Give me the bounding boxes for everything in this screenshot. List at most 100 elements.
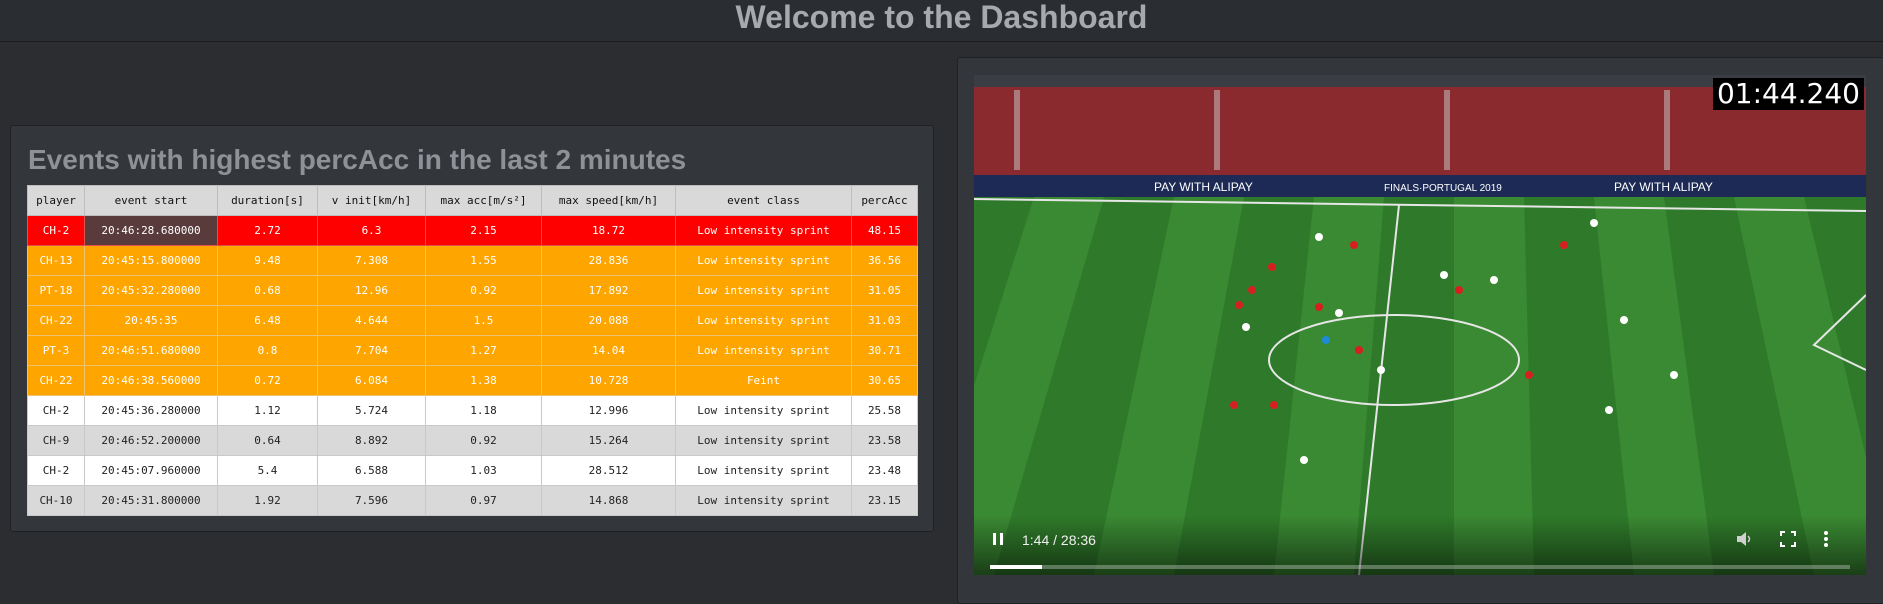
cell-event-class: Low intensity sprint <box>675 275 852 306</box>
cell-max-speed: 14.868 <box>541 485 676 516</box>
cell-max-acc: 0.92 <box>425 275 542 306</box>
cell-event-class: Feint <box>675 365 852 396</box>
cell-event-class: Low intensity sprint <box>675 485 852 516</box>
cell-max-acc: 1.55 <box>425 245 542 276</box>
table-row[interactable]: CH-22 20:46:38.560000 0.72 6.084 1.38 10.728 F… <box>27 365 918 396</box>
cell-duration: 9.48 <box>217 245 318 276</box>
cell-percacc: 23.15 <box>851 485 918 516</box>
cell-max-acc: 1.38 <box>425 365 542 396</box>
cell-event-class: Low intensity sprint <box>675 215 852 246</box>
cell-duration: 0.8 <box>217 335 318 366</box>
video-timestamp-overlay: 01:44.240 <box>1712 78 1864 110</box>
cell-player: CH-2 <box>27 215 85 246</box>
cell-event-start: 20:46:51.680000 <box>84 335 218 366</box>
cell-event-start: 20:45:35 <box>84 305 218 336</box>
table-row[interactable]: CH-2 20:46:28.680000 2.72 6.3 2.15 18.72 Low i… <box>27 215 918 246</box>
cell-player: CH-10 <box>27 485 85 516</box>
cell-percacc: 30.65 <box>851 365 918 396</box>
fullscreen-icon[interactable] <box>1779 530 1797 548</box>
banner-text-1: PAY WITH ALIPAY <box>1154 180 1253 194</box>
video-progress-bar[interactable] <box>990 565 1850 569</box>
table-row[interactable]: CH-2 20:45:36.280000 1.12 5.724 1.18 12.996 Lo… <box>27 395 918 426</box>
table-row[interactable]: PT-3 20:46:51.680000 0.8 7.704 1.27 14.04 Low … <box>27 335 918 366</box>
cell-duration: 1.12 <box>217 395 318 426</box>
cell-duration: 1.92 <box>217 485 318 516</box>
cell-max-speed: 20.088 <box>541 305 676 336</box>
cell-player: CH-2 <box>27 455 85 486</box>
cell-max-speed: 10.728 <box>541 365 676 396</box>
table-row[interactable]: CH-10 20:45:31.800000 1.92 7.596 0.97 14.868 L… <box>27 485 918 516</box>
table-row[interactable]: CH-22 20:45:35 6.48 4.644 1.5 20.088 Low inten… <box>27 305 918 336</box>
column-header-duration[interactable]: duration[s] <box>217 185 318 216</box>
table-row[interactable]: PT-18 20:45:32.280000 0.68 12.96 0.92 17.892 L… <box>27 275 918 306</box>
cell-player: CH-2 <box>27 395 85 426</box>
cell-max-acc: 0.97 <box>425 485 542 516</box>
cell-v-init: 12.96 <box>317 275 426 306</box>
cell-player: CH-22 <box>27 305 85 336</box>
video-progress-fill <box>990 565 1043 569</box>
cell-v-init: 6.3 <box>317 215 426 246</box>
cell-percacc: 30.71 <box>851 335 918 366</box>
events-panel: Events with highest percAcc in the last … <box>10 125 934 532</box>
column-header-percacc[interactable]: percAcc <box>851 185 918 216</box>
cell-max-speed: 15.264 <box>541 425 676 456</box>
cell-max-speed: 12.996 <box>541 395 676 426</box>
page-title: Welcome to the Dashboard <box>735 0 1148 35</box>
column-header-player[interactable]: player <box>27 185 85 216</box>
cell-percacc: 23.58 <box>851 425 918 456</box>
column-header-max-acc[interactable]: max acc[m/s²] <box>425 185 542 216</box>
cell-v-init: 8.892 <box>317 425 426 456</box>
cell-percacc: 23.48 <box>851 455 918 486</box>
table-row[interactable]: CH-13 20:45:15.800000 9.48 7.308 1.55 28.836 L… <box>27 245 918 276</box>
cell-duration: 6.48 <box>217 305 318 336</box>
events-table: player event start duration[s] v init[km… <box>27 185 918 516</box>
cell-v-init: 6.084 <box>317 365 426 396</box>
cell-event-class: Low intensity sprint <box>675 395 852 426</box>
volume-icon[interactable] <box>1735 530 1753 548</box>
cell-max-acc: 1.03 <box>425 455 542 486</box>
cell-event-class: Low intensity sprint <box>675 425 852 456</box>
video-player[interactable]: PAY WITH ALIPAY FINALS·PORTUGAL 2019 PAY… <box>974 75 1866 575</box>
cell-max-speed: 18.72 <box>541 215 676 246</box>
video-controls: 1:44 / 28:36 <box>974 515 1866 575</box>
cell-duration: 0.68 <box>217 275 318 306</box>
cell-event-start: 20:46:38.560000 <box>84 365 218 396</box>
more-vert-icon[interactable] <box>1822 529 1830 549</box>
cell-player: CH-9 <box>27 425 85 456</box>
pause-icon[interactable] <box>990 531 1006 547</box>
events-table-title: Events with highest percAcc in the last … <box>28 144 687 175</box>
video-time-display: 1:44 / 28:36 <box>1022 532 1096 548</box>
cell-duration: 0.72 <box>217 365 318 396</box>
cell-v-init: 5.724 <box>317 395 426 426</box>
cell-event-start: 20:45:31.800000 <box>84 485 218 516</box>
cell-duration: 2.72 <box>217 215 318 246</box>
cell-percacc: 48.15 <box>851 215 918 246</box>
cell-event-start: 20:45:32.280000 <box>84 275 218 306</box>
cell-max-acc: 2.15 <box>425 215 542 246</box>
cell-player: PT-3 <box>27 335 85 366</box>
cell-event-class: Low intensity sprint <box>675 245 852 276</box>
cell-event-start: 20:45:15.800000 <box>84 245 218 276</box>
cell-max-speed: 14.04 <box>541 335 676 366</box>
banner-text-2: FINALS·PORTUGAL 2019 <box>1384 183 1502 194</box>
cell-player: CH-13 <box>27 245 85 276</box>
cell-v-init: 7.704 <box>317 335 426 366</box>
cell-v-init: 7.308 <box>317 245 426 276</box>
cell-max-acc: 0.92 <box>425 425 542 456</box>
column-header-v-init[interactable]: v init[km/h] <box>317 185 426 216</box>
cell-percacc: 31.03 <box>851 305 918 336</box>
page-header: Welcome to the Dashboard <box>0 0 1883 42</box>
table-row[interactable]: CH-2 20:45:07.960000 5.4 6.588 1.03 28.512 Low… <box>27 455 918 486</box>
cell-event-start: 20:45:36.280000 <box>84 395 218 426</box>
cell-v-init: 7.596 <box>317 485 426 516</box>
cell-event-start: 20:46:52.200000 <box>84 425 218 456</box>
column-header-event-start[interactable]: event start <box>84 185 218 216</box>
cell-player: PT-18 <box>27 275 85 306</box>
cell-event-class: Low intensity sprint <box>675 455 852 486</box>
cell-event-start: 20:45:07.960000 <box>84 455 218 486</box>
cell-percacc: 25.58 <box>851 395 918 426</box>
column-header-max-speed[interactable]: max speed[km/h] <box>541 185 676 216</box>
table-row[interactable]: CH-9 20:46:52.200000 0.64 8.892 0.92 15.264 Lo… <box>27 425 918 456</box>
column-header-event-class[interactable]: event class <box>675 185 852 216</box>
cell-max-acc: 1.5 <box>425 305 542 336</box>
